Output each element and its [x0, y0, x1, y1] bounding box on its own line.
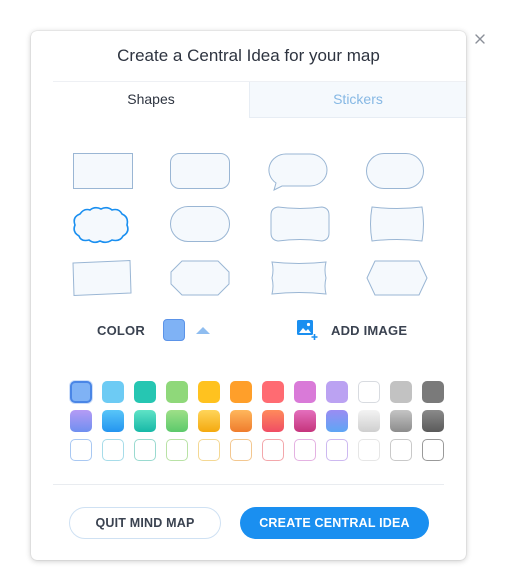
shape-pill[interactable] [170, 206, 230, 242]
color-swatch[interactable] [102, 410, 124, 432]
color-swatch[interactable] [294, 381, 316, 403]
color-swatch[interactable] [70, 381, 92, 403]
shape-speech-bubble[interactable] [268, 153, 328, 191]
color-swatch[interactable] [326, 439, 348, 461]
color-swatch[interactable] [230, 381, 252, 403]
color-swatch[interactable] [102, 381, 124, 403]
color-swatch[interactable] [102, 439, 124, 461]
color-swatch[interactable] [262, 439, 284, 461]
shape-ellipse[interactable] [366, 153, 424, 189]
color-swatch[interactable] [166, 381, 188, 403]
close-icon[interactable] [472, 31, 488, 47]
shape-wave-rectangle[interactable] [270, 260, 328, 296]
color-swatch[interactable] [70, 439, 92, 461]
quit-mind-map-button[interactable]: QUIT MIND MAP [69, 507, 221, 539]
color-swatch[interactable] [358, 410, 380, 432]
shape-cut-corner-pill[interactable] [170, 260, 230, 296]
add-image-option[interactable]: ADD IMAGE [296, 318, 407, 342]
color-swatch[interactable] [294, 439, 316, 461]
current-color-swatch[interactable] [162, 319, 185, 341]
color-swatch[interactable] [326, 410, 348, 432]
add-image-icon [297, 320, 318, 340]
shape-hexagon[interactable] [366, 260, 428, 296]
shape-rectangle[interactable] [73, 153, 133, 189]
color-swatch[interactable] [70, 410, 92, 432]
color-swatch[interactable] [422, 381, 444, 403]
add-image-label: ADD IMAGE [331, 322, 408, 338]
color-swatch[interactable] [134, 439, 156, 461]
color-option: COLOR [97, 318, 211, 342]
caret-up-icon[interactable] [195, 325, 211, 335]
color-swatch[interactable] [390, 381, 412, 403]
color-label: COLOR [97, 322, 145, 338]
color-swatch[interactable] [390, 439, 412, 461]
color-swatch[interactable] [422, 410, 444, 432]
shape-cloud[interactable] [72, 206, 130, 244]
shape-grid [31, 31, 466, 331]
divider [53, 484, 444, 485]
color-swatch[interactable] [198, 410, 220, 432]
color-swatch[interactable] [166, 439, 188, 461]
color-swatch[interactable] [262, 410, 284, 432]
color-swatch[interactable] [134, 410, 156, 432]
color-swatch[interactable] [326, 381, 348, 403]
color-swatch[interactable] [198, 439, 220, 461]
color-swatch[interactable] [358, 381, 380, 403]
shape-barrel[interactable] [368, 206, 426, 242]
color-swatch[interactable] [198, 381, 220, 403]
color-swatch[interactable] [390, 410, 412, 432]
create-central-idea-button[interactable]: CREATE CENTRAL IDEA [240, 507, 429, 539]
color-swatch[interactable] [230, 439, 252, 461]
color-swatch[interactable] [358, 439, 380, 461]
color-swatch[interactable] [294, 410, 316, 432]
color-swatch[interactable] [262, 381, 284, 403]
color-swatch[interactable] [422, 439, 444, 461]
shape-tilted-rectangle[interactable] [72, 259, 132, 297]
shape-rounded-rectangle[interactable] [170, 153, 230, 189]
create-central-idea-dialog: Create a Central Idea for your map Shape… [31, 31, 466, 560]
color-swatch[interactable] [134, 381, 156, 403]
color-swatch[interactable] [230, 410, 252, 432]
shape-soft-rectangle[interactable] [270, 206, 330, 242]
color-swatch[interactable] [166, 410, 188, 432]
